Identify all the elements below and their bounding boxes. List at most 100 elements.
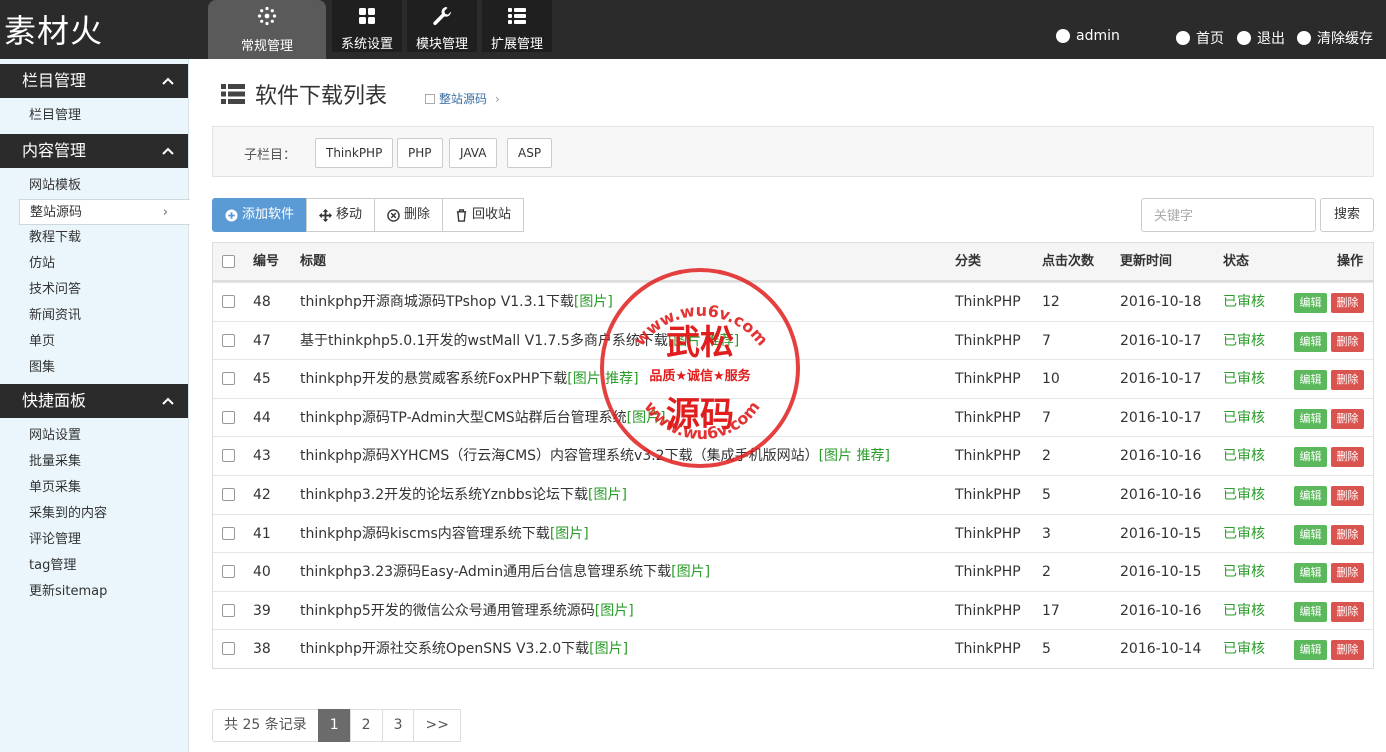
row-checkbox[interactable]	[222, 565, 235, 579]
row-checkbox[interactable]	[222, 642, 235, 656]
row-title[interactable]: thinkphp源码XYHCMS（行云海CMS）内容管理系统v3.2下载（集成手…	[300, 437, 890, 475]
row-checkbox[interactable]	[222, 410, 235, 424]
row-title-text[interactable]: thinkphp源码XYHCMS（行云海CMS）内容管理系统v3.2下载（集成手…	[300, 448, 819, 464]
row-checkbox[interactable]	[222, 333, 235, 347]
subcat-button-php[interactable]: PHP	[397, 138, 443, 168]
row-title[interactable]: thinkphp源码TP-Admin大型CMS站群后台管理系统[图片]	[300, 399, 666, 437]
sidebar-item-site-templates[interactable]: 网站模板	[0, 173, 188, 199]
move-button[interactable]: 移动	[306, 198, 376, 232]
row-title-text[interactable]: 基于thinkphp5.0.1开发的wstMall V1.7.5多商户系统下载	[300, 333, 668, 349]
search-input[interactable]	[1141, 198, 1316, 232]
row-title-text[interactable]: thinkphp3.2开发的论坛系统Yznbbs论坛下载	[300, 487, 588, 503]
row-title-text[interactable]: thinkphp开源商城源码TPshop V1.3.1下载	[300, 294, 574, 310]
row-title[interactable]: thinkphp5开发的微信公众号通用管理系统源码[图片]	[300, 592, 634, 630]
delete-row-button[interactable]: 删除	[1331, 524, 1364, 545]
sidebar-item-single-page[interactable]: 单页	[0, 329, 188, 355]
sidebar-item-comments[interactable]: 评论管理	[0, 527, 188, 553]
delete-button[interactable]: 删除	[374, 198, 444, 232]
row-title-text[interactable]: thinkphp5开发的微信公众号通用管理系统源码	[300, 603, 595, 619]
row-title-text[interactable]: thinkphp源码kiscms内容管理系统下载	[300, 526, 550, 542]
subcat-button-asp[interactable]: ASP	[507, 138, 553, 168]
row-checkbox[interactable]	[222, 295, 235, 308]
sidebar-item-collected-content[interactable]: 采集到的内容	[0, 501, 188, 527]
sidebar-section-column[interactable]: 栏目管理	[0, 64, 188, 98]
sidebar-item-site-settings[interactable]: 网站设置	[0, 423, 188, 449]
row-checkbox[interactable]	[222, 526, 235, 540]
sidebar-item-site-source[interactable]: 整站源码 ›	[19, 199, 190, 225]
delete-row-button[interactable]: 删除	[1331, 563, 1364, 584]
recycle-bin-button[interactable]: 回收站	[442, 198, 525, 232]
tab-general[interactable]: 常规管理	[208, 0, 326, 59]
breadcrumb[interactable]: 整站源码 ›	[425, 90, 500, 107]
search-button[interactable]: 搜索	[1320, 198, 1374, 232]
row-status: 已审核	[1223, 294, 1265, 310]
delete-row-button[interactable]: 删除	[1331, 331, 1364, 352]
button-label: 回收站	[472, 207, 512, 222]
sidebar-section-content[interactable]: 内容管理	[0, 134, 188, 168]
logout-link[interactable]: 退出	[1237, 28, 1285, 48]
sidebar-item-column-management[interactable]: 栏目管理	[0, 103, 188, 129]
row-checkbox[interactable]	[222, 487, 235, 501]
delete-row-button[interactable]: 删除	[1331, 293, 1364, 313]
tab-system-settings[interactable]: 系统设置	[332, 0, 402, 52]
page-3[interactable]: 3	[381, 709, 415, 742]
delete-row-button[interactable]: 删除	[1331, 447, 1364, 468]
sidebar-item-tech-qa[interactable]: 技术问答	[0, 277, 188, 303]
delete-row-button[interactable]: 删除	[1331, 370, 1364, 391]
sidebar-section-shortcuts[interactable]: 快捷面板	[0, 384, 188, 418]
row-title[interactable]: 基于thinkphp5.0.1开发的wstMall V1.7.5多商户系统下载[…	[300, 322, 739, 360]
sidebar-item-gallery[interactable]: 图集	[0, 355, 188, 381]
row-updated: 2016-10-14	[1120, 641, 1202, 658]
sidebar-item-clone-site[interactable]: 仿站	[0, 251, 188, 277]
row-title-text[interactable]: thinkphp开发的悬赏威客系统FoxPHP下载	[300, 371, 567, 387]
sidebar-item-news[interactable]: 新闻资讯	[0, 303, 188, 329]
edit-button[interactable]: 编辑	[1294, 563, 1327, 584]
edit-button[interactable]: 编辑	[1294, 293, 1327, 313]
tab-module-management[interactable]: 模块管理	[407, 0, 477, 52]
home-link[interactable]: 首页	[1176, 28, 1224, 48]
clear-cache-link[interactable]: 清除缓存	[1297, 28, 1373, 48]
sidebar-item-single-collect[interactable]: 单页采集	[0, 475, 188, 501]
row-title[interactable]: thinkphp源码kiscms内容管理系统下载[图片]	[300, 515, 589, 553]
delete-row-button[interactable]: 删除	[1331, 485, 1364, 506]
add-software-button[interactable]: 添加软件	[212, 198, 308, 232]
row-id: 48	[253, 294, 271, 310]
tab-extension-management[interactable]: 扩展管理	[482, 0, 552, 52]
page-1[interactable]: 1	[317, 709, 351, 742]
edit-button[interactable]: 编辑	[1294, 370, 1327, 391]
row-title[interactable]: thinkphp开源商城源码TPshop V1.3.1下载[图片]	[300, 283, 613, 321]
row-title-text[interactable]: thinkphp开源社交系统OpenSNS V3.2.0下载	[300, 641, 589, 657]
sidebar-item-tutorial-downloads[interactable]: 教程下载	[0, 225, 188, 251]
edit-button[interactable]: 编辑	[1294, 447, 1327, 468]
row-title[interactable]: thinkphp3.2开发的论坛系统Yznbbs论坛下载[图片]	[300, 476, 627, 514]
select-all-checkbox[interactable]	[222, 255, 235, 268]
user-menu[interactable]: admin	[1056, 28, 1120, 44]
row-updated: 2016-10-17	[1120, 371, 1202, 388]
edit-button[interactable]: 编辑	[1294, 485, 1327, 506]
page-2[interactable]: 2	[349, 709, 383, 742]
row-title-text[interactable]: thinkphp3.23源码Easy-Admin通用后台信息管理系统下载	[300, 564, 671, 580]
delete-row-button[interactable]: 删除	[1331, 408, 1364, 429]
edit-button[interactable]: 编辑	[1294, 408, 1327, 429]
sidebar-item-tags[interactable]: tag管理	[0, 553, 188, 579]
subcat-button-thinkphp[interactable]: ThinkPHP	[315, 138, 394, 168]
next-page[interactable]: >>	[413, 709, 461, 742]
sidebar-item-sitemap[interactable]: 更新sitemap	[0, 579, 188, 605]
edit-button[interactable]: 编辑	[1294, 524, 1327, 545]
delete-row-button[interactable]: 删除	[1331, 601, 1364, 622]
chevron-right-icon: ›	[495, 91, 500, 106]
edit-button[interactable]: 编辑	[1294, 640, 1327, 661]
sidebar-item-batch-collect[interactable]: 批量采集	[0, 449, 188, 475]
row-checkbox[interactable]	[222, 603, 235, 617]
row-title[interactable]: thinkphp3.23源码Easy-Admin通用后台信息管理系统下载[图片]	[300, 553, 710, 591]
row-checkbox[interactable]	[222, 372, 235, 386]
delete-row-button[interactable]: 删除	[1331, 640, 1364, 661]
edit-button[interactable]: 编辑	[1294, 601, 1327, 622]
row-checkbox[interactable]	[222, 449, 235, 463]
row-title-text[interactable]: thinkphp源码TP-Admin大型CMS站群后台管理系统	[300, 410, 627, 426]
breadcrumb-link[interactable]: 整站源码	[439, 90, 487, 107]
edit-button[interactable]: 编辑	[1294, 331, 1327, 352]
subcat-button-java[interactable]: JAVA	[449, 138, 498, 168]
row-title[interactable]: thinkphp开源社交系统OpenSNS V3.2.0下载[图片]	[300, 630, 628, 668]
row-title[interactable]: thinkphp开发的悬赏威客系统FoxPHP下载[图片 推荐]	[300, 360, 639, 398]
